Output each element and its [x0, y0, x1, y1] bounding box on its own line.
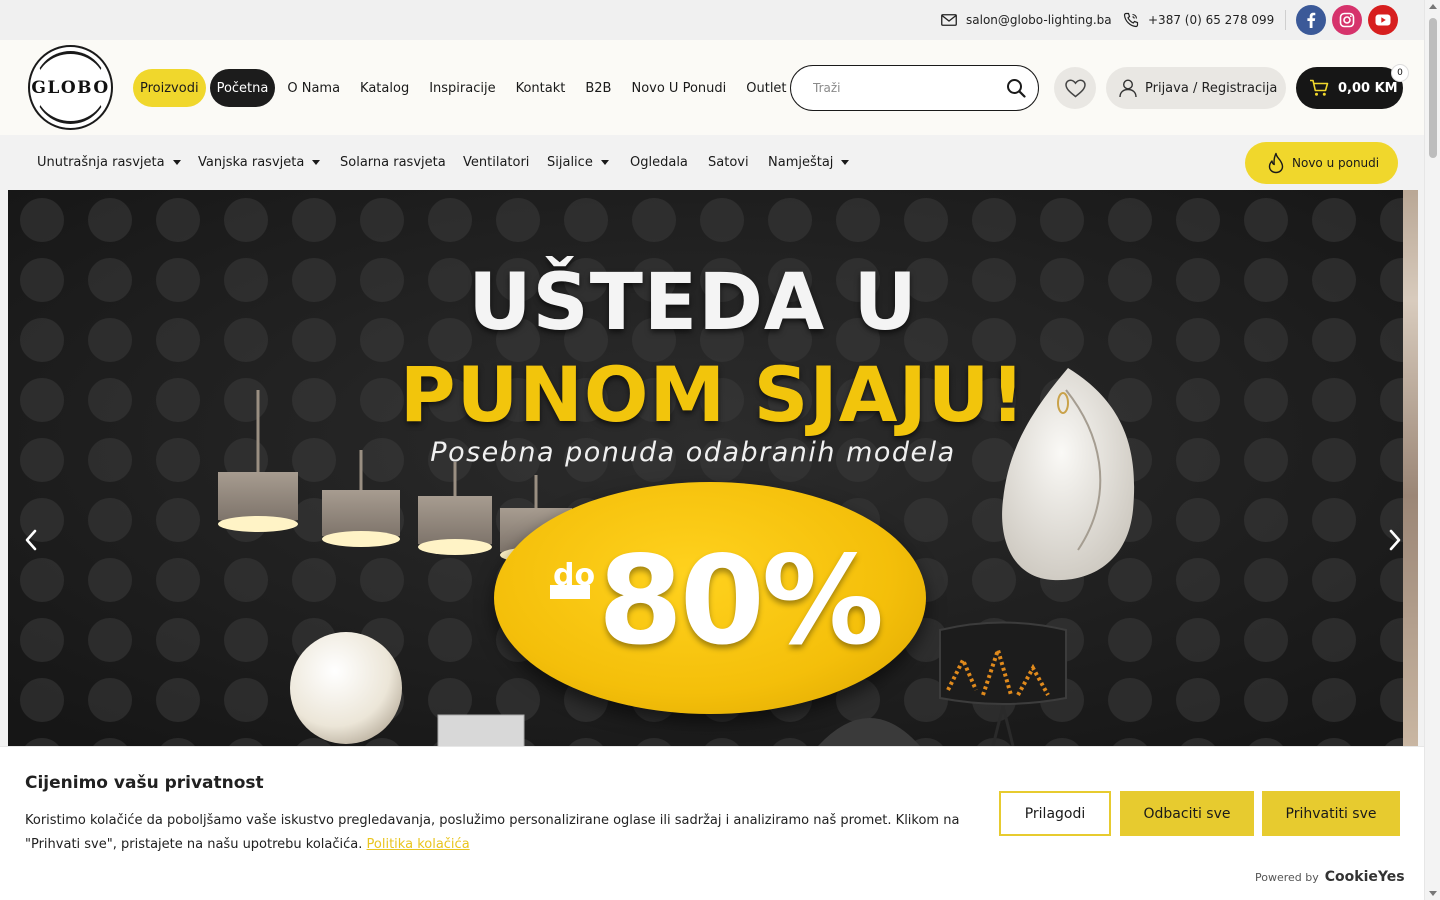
nav-novo-u-ponudi[interactable]: Novo U Ponudi [621, 69, 736, 107]
cart-icon [1310, 79, 1329, 96]
page-scrollbar[interactable] [1424, 0, 1440, 900]
cart-total: 0,00 KM [1338, 80, 1398, 96]
top-bar: salon@globo-lighting.ba +387 (0) 65 278 … [0, 0, 1424, 40]
category-solarna-rasvjeta[interactable]: Solarna rasvjeta [340, 135, 446, 190]
nav-proizvodi[interactable]: Proizvodi [133, 69, 206, 107]
accept-all-button[interactable]: Prihvatiti sve [1262, 791, 1400, 836]
search-icon[interactable] [1006, 78, 1026, 102]
login-button[interactable]: Prijava / Registracija [1106, 67, 1286, 109]
category-namjestaj[interactable]: Namještaj [768, 135, 850, 190]
cart-count-badge: 0 [1391, 64, 1409, 82]
scroll-down-icon[interactable] [1429, 891, 1437, 896]
mail-icon [941, 14, 957, 26]
new-products-button[interactable]: Novo u ponudi [1245, 142, 1398, 184]
hero-slider: UŠTEDA U PUNOM SJAJU! Posebna ponuda oda… [8, 190, 1403, 746]
phone-icon [1123, 12, 1139, 28]
category-bar: Unutrašnja rasvjeta Vanjska rasvjeta Sol… [0, 135, 1424, 190]
cookie-description: Koristimo kolačiće da poboljšamo vaše is… [25, 813, 960, 852]
search-input[interactable] [813, 78, 993, 98]
search-box [790, 65, 1039, 111]
nav-pocetna[interactable]: Početna [209, 69, 276, 107]
chevron-down-icon [841, 160, 850, 165]
nav-inspiracije[interactable]: Inspiracije [419, 69, 505, 107]
reject-all-button[interactable]: Odbaciti sve [1120, 791, 1254, 836]
chevron-left-icon [25, 529, 37, 551]
category-sijalice[interactable]: Sijalice [547, 135, 609, 190]
category-unutrasnja-rasvjeta[interactable]: Unutrašnja rasvjeta [37, 135, 181, 190]
phone-link[interactable]: +387 (0) 65 278 099 [1123, 0, 1274, 40]
main-header: GLOBO Proizvodi Početna O Nama Katalog I… [0, 40, 1424, 135]
cookie-text: Koristimo kolačiće da poboljšamo vaše is… [25, 809, 985, 857]
cart-button[interactable]: 0,00 KM [1296, 67, 1403, 109]
email-text: salon@globo-lighting.ba [966, 13, 1112, 27]
cookie-title: Cijenimo vašu privatnost [25, 773, 264, 793]
scrollbar-thumb[interactable] [1429, 18, 1437, 158]
user-icon [1119, 79, 1137, 98]
flame-icon [1268, 152, 1284, 174]
hero-headline: UŠTEDA U [468, 258, 918, 348]
cookie-policy-link[interactable]: Politika kolačića [367, 837, 470, 852]
divider [1285, 10, 1286, 30]
nav-o-nama[interactable]: O Nama [277, 69, 350, 107]
category-label: Unutrašnja rasvjeta [37, 155, 165, 170]
instagram-icon[interactable] [1332, 5, 1362, 35]
wishlist-button[interactable] [1054, 67, 1096, 109]
category-label: Vanjska rasvjeta [198, 155, 305, 170]
category-ventilatori[interactable]: Ventilatori [463, 135, 529, 190]
globo-logo[interactable]: GLOBO [28, 45, 113, 130]
nav-katalog[interactable]: Katalog [350, 69, 419, 107]
slider-next-button[interactable] [1380, 520, 1403, 560]
powered-by: Powered by CookieYes [1255, 869, 1405, 885]
category-satovi[interactable]: Satovi [708, 135, 749, 190]
chevron-down-icon [600, 160, 609, 165]
category-label: Solarna rasvjeta [340, 155, 446, 170]
category-label: Namještaj [768, 155, 834, 170]
discount-value: 80% [598, 530, 884, 672]
phone-text: +387 (0) 65 278 099 [1148, 13, 1275, 27]
new-products-label: Novo u ponudi [1292, 156, 1380, 170]
slider-prev-button[interactable] [16, 520, 46, 560]
category-ogledala[interactable]: Ogledala [630, 135, 688, 190]
next-slide-preview [1403, 190, 1418, 746]
hero-subtitle: Posebna ponuda odabranih modela [430, 437, 956, 468]
youtube-icon[interactable] [1368, 5, 1398, 35]
scroll-up-icon[interactable] [1429, 4, 1437, 9]
category-label: Ogledala [630, 155, 688, 170]
nav-b2b[interactable]: B2B [575, 69, 621, 107]
cookie-banner: Cijenimo vašu privatnost Koristimo kolač… [0, 746, 1424, 900]
cookieyes-logo[interactable]: CookieYes [1325, 869, 1405, 885]
chevron-down-icon [312, 160, 321, 165]
category-label: Satovi [708, 155, 749, 170]
category-vanjska-rasvjeta[interactable]: Vanjska rasvjeta [198, 135, 321, 190]
nav-kontakt[interactable]: Kontakt [506, 69, 576, 107]
customize-button[interactable]: Prilagodi [999, 791, 1111, 836]
minus-sign [550, 585, 590, 599]
heart-icon [1064, 78, 1086, 97]
chevron-right-icon [1389, 529, 1401, 551]
powered-by-label: Powered by [1255, 870, 1319, 884]
logo-text: GLOBO [31, 77, 110, 98]
category-label: Ventilatori [463, 155, 530, 170]
hero-headline-accent: PUNOM SJAJU! [399, 350, 1027, 439]
category-label: Sijalice [547, 155, 593, 170]
nav-outlet[interactable]: Outlet [736, 69, 796, 107]
login-label: Prijava / Registracija [1145, 80, 1278, 96]
main-nav: Proizvodi Početna O Nama Katalog Inspira… [133, 68, 797, 108]
facebook-icon[interactable] [1296, 5, 1326, 35]
email-link[interactable]: salon@globo-lighting.ba [941, 0, 1112, 40]
chevron-down-icon [172, 160, 181, 165]
